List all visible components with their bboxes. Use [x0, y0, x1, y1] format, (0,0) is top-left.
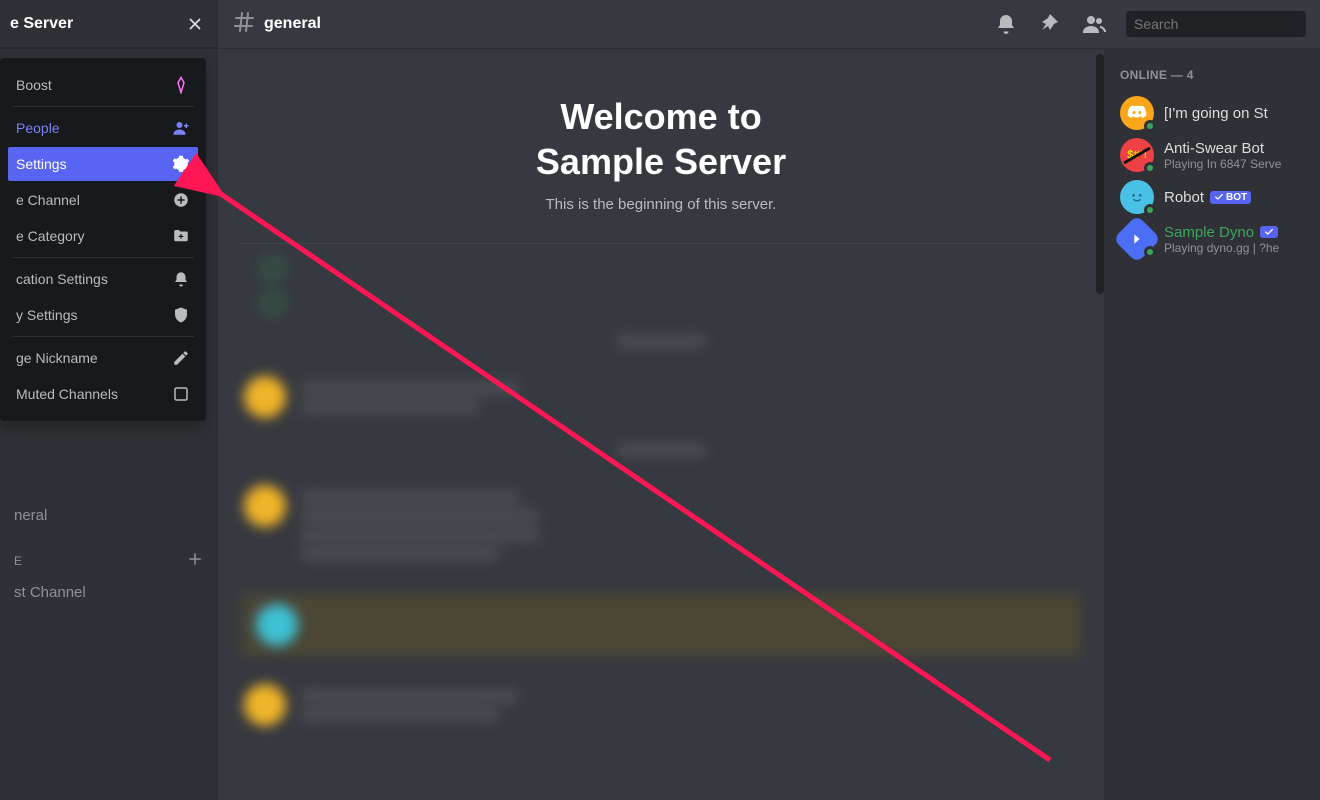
member-row[interactable]: $#*! Anti-Swear Bot Playing In 6847 Serv…: [1112, 134, 1312, 176]
menu-label: People: [16, 120, 60, 136]
welcome-line1: Welcome to: [560, 96, 761, 137]
menu-create-category[interactable]: e Category: [8, 219, 198, 253]
plus-circle-icon: [172, 191, 190, 209]
channel-label: st Channel: [14, 584, 86, 601]
divider: [242, 243, 1080, 244]
server-context-menu: Boost People Settings e Channel e Categ: [0, 58, 206, 421]
member-list: ONLINE — 4 [I'm going on St $#*! Anti-Sw…: [1104, 48, 1320, 800]
notifications-icon[interactable]: [994, 12, 1018, 36]
menu-server-settings[interactable]: Settings: [8, 147, 198, 181]
channel-sidebar: e Server Boost People Settings e Channel: [0, 0, 218, 800]
channel-label: neral: [14, 507, 47, 524]
menu-label: Settings: [16, 156, 67, 172]
close-icon[interactable]: [186, 15, 204, 33]
menu-label: Boost: [16, 77, 52, 93]
category-header[interactable]: E: [8, 532, 210, 575]
scrollbar[interactable]: [1096, 54, 1104, 294]
menu-label: y Settings: [16, 307, 77, 323]
boost-icon: [172, 76, 190, 94]
menu-label: e Channel: [16, 192, 80, 208]
member-status: Playing dyno.gg | ?he: [1164, 241, 1304, 255]
members-icon[interactable]: [1082, 12, 1106, 36]
shield-icon: [172, 306, 190, 324]
search-box[interactable]: [1126, 11, 1306, 37]
server-name: e Server: [10, 15, 73, 33]
status-online-icon: [1144, 246, 1156, 258]
welcome-line2: Sample Server: [536, 141, 786, 182]
hash-icon: [232, 10, 256, 39]
menu-label: cation Settings: [16, 271, 108, 287]
blurred-messages: [242, 252, 1080, 737]
menu-label: Muted Channels: [16, 386, 118, 402]
folder-add-icon: [172, 227, 190, 245]
status-online-icon: [1144, 162, 1156, 174]
member-name: Robot BOT: [1164, 189, 1304, 206]
menu-hide-muted[interactable]: Muted Channels: [8, 377, 198, 411]
channel-list: neral E st Channel: [0, 490, 218, 617]
member-name: [I'm going on St: [1164, 105, 1304, 122]
gear-icon: [172, 155, 190, 173]
status-online-icon: [1144, 120, 1156, 132]
member-row[interactable]: Robot BOT: [1112, 176, 1312, 218]
menu-change-nickname[interactable]: ge Nickname: [8, 341, 198, 375]
member-row[interactable]: Sample Dyno Playing dyno.gg | ?he: [1112, 218, 1312, 260]
status-online-icon: [1144, 204, 1156, 216]
plus-icon[interactable]: [186, 550, 204, 571]
bot-tag: BOT: [1210, 191, 1251, 204]
member-row[interactable]: [I'm going on St: [1112, 92, 1312, 134]
welcome-subtitle: This is the beginning of this server.: [242, 196, 1080, 213]
menu-notification-settings[interactable]: cation Settings: [8, 262, 198, 296]
member-status: Playing In 6847 Serve: [1164, 157, 1304, 171]
menu-server-boost[interactable]: Boost: [8, 68, 198, 102]
person-add-icon: [172, 119, 190, 137]
menu-invite-people[interactable]: People: [8, 111, 198, 145]
pencil-icon: [172, 349, 190, 367]
pinned-icon[interactable]: [1038, 12, 1062, 36]
bot-tag: [1260, 226, 1278, 238]
members-header: ONLINE — 4: [1112, 68, 1312, 92]
bell-icon: [172, 270, 190, 288]
welcome-title: Welcome to Sample Server: [242, 94, 1080, 184]
menu-create-channel[interactable]: e Channel: [8, 183, 198, 217]
menu-label: e Category: [16, 228, 84, 244]
checkbox-icon: [172, 385, 190, 403]
topbar: general: [218, 0, 1320, 48]
menu-label: ge Nickname: [16, 350, 98, 366]
channel-title: general: [264, 15, 321, 33]
search-input[interactable]: [1134, 16, 1315, 32]
channel-general[interactable]: neral: [8, 498, 210, 532]
member-name: Sample Dyno: [1164, 224, 1304, 241]
category-label: E: [14, 554, 23, 568]
server-header[interactable]: e Server: [0, 0, 218, 48]
welcome-block: Welcome to Sample Server This is the beg…: [242, 94, 1080, 213]
chat-area: Welcome to Sample Server This is the beg…: [218, 48, 1104, 800]
menu-privacy-settings[interactable]: y Settings: [8, 298, 198, 332]
member-name: Anti-Swear Bot: [1164, 140, 1304, 157]
channel-voice[interactable]: st Channel: [8, 575, 210, 609]
